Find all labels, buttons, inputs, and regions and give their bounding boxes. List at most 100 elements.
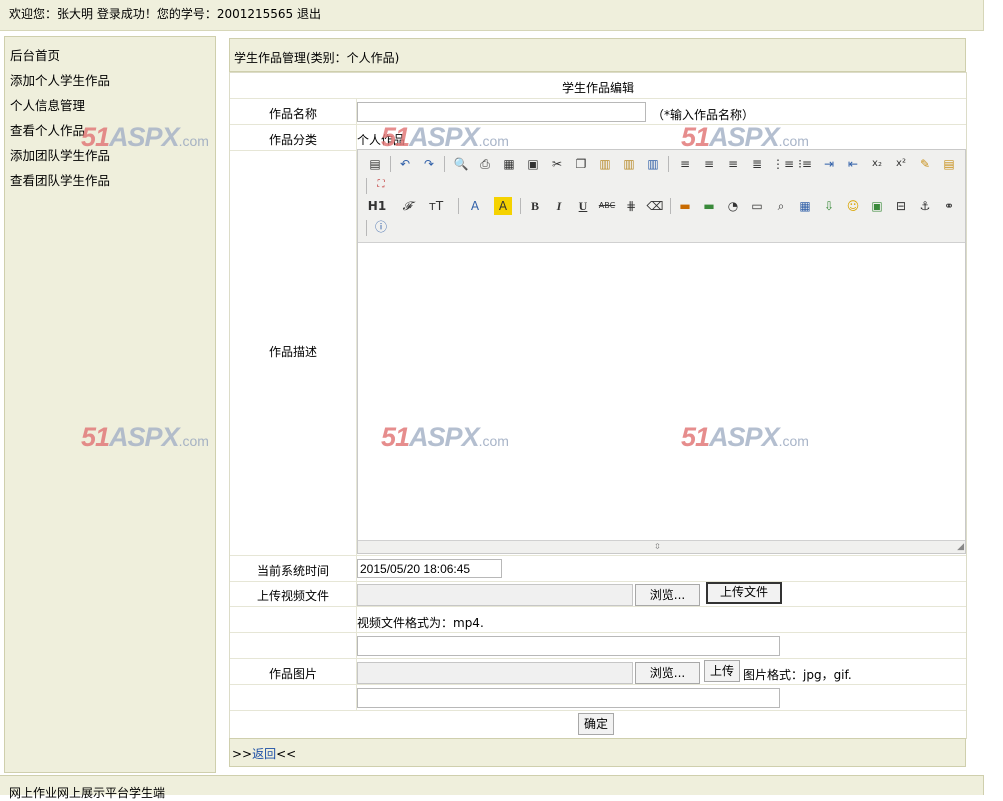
sidebar-item-view-team-work[interactable]: 查看团队学生作品 (10, 170, 110, 189)
font-color-icon[interactable]: A (466, 197, 484, 215)
watermark-brand: ASPX (109, 122, 180, 152)
video-path-input[interactable] (357, 636, 780, 656)
indent-icon[interactable]: ⇥ (820, 155, 838, 173)
insert-media-icon[interactable]: ◔ (724, 197, 742, 215)
toolbar-separator (366, 220, 367, 236)
image-browse-button[interactable]: 浏览... (635, 662, 700, 684)
back-link[interactable]: 返回 (252, 747, 276, 761)
align-left-icon[interactable]: ≡ (676, 155, 694, 173)
align-center-icon[interactable]: ≡ (700, 155, 718, 173)
toolbar-separator (520, 198, 521, 214)
link-icon[interactable]: ⚭ (940, 197, 958, 215)
watermark-num: 51 (681, 122, 710, 152)
resize-corner-icon[interactable]: ◢ (957, 542, 964, 552)
bottom-text: 网上作业网上展示平台学生端 (9, 786, 166, 800)
watermark-tld: .com (478, 433, 509, 449)
emoticon-icon[interactable]: ☺ (844, 197, 862, 215)
watermark-brand: ASPX (109, 422, 180, 452)
watermark-tld: .com (178, 133, 209, 149)
redo-icon[interactable]: ↷ (420, 155, 438, 173)
bold-icon[interactable]: B (526, 197, 544, 215)
line-break-icon[interactable]: ⊟ (892, 197, 910, 215)
image-path-input[interactable] (357, 688, 780, 708)
submit-button[interactable]: 确定 (578, 713, 614, 735)
watermark-num: 51 (381, 422, 410, 452)
horizontal-rule-icon[interactable]: ⋕ (622, 197, 640, 215)
resize-grip-icon[interactable]: ⇳ (654, 542, 661, 551)
italic-icon[interactable]: I (550, 197, 568, 215)
edit-form: 学生作品编辑 作品名称 （*输入作品名称） 作品分类 个人作品 作品描述 ▤ ↶… (229, 72, 967, 739)
unordered-list-icon[interactable]: ⁝≡ (796, 155, 814, 173)
logout-link[interactable]: 退出 (297, 7, 321, 21)
attachment-icon[interactable]: ⌕ (772, 197, 790, 215)
heading-icon[interactable]: H1 (364, 197, 390, 215)
copy-icon[interactable]: ❐ (572, 155, 590, 173)
table-icon[interactable]: ▦ (796, 197, 814, 215)
video-hint-row: 视频文件格式为：mp4. (230, 607, 966, 633)
code-icon[interactable]: ▣ (524, 155, 542, 173)
sidebar-item-view-personal-work[interactable]: 查看个人作品 (10, 120, 85, 139)
page-break-icon[interactable]: ⇩ (820, 197, 838, 215)
video-label: 上传视频文件 (256, 589, 329, 603)
justify-icon[interactable]: ≣ (748, 155, 766, 173)
insert-flash-icon[interactable]: ▬ (700, 197, 718, 215)
editor-resize-bar[interactable]: ⇳ ◢ (358, 540, 965, 553)
clear-format-icon[interactable]: ✎ (916, 155, 934, 173)
video-row: 上传视频文件 浏览... 上传文件 (230, 581, 966, 607)
form-header-row: 学生作品编辑 (230, 73, 966, 99)
highlight-color-icon[interactable]: A (494, 197, 512, 215)
print-icon[interactable]: ⎙ (476, 155, 494, 173)
watermark-brand: ASPX (709, 422, 780, 452)
main-content: 学生作品管理(类别：个人作品) 学生作品编辑 作品名称 （*输入作品名称） 作品… (229, 38, 967, 767)
paste-word-icon[interactable]: ▥ (644, 155, 662, 173)
anchor-icon[interactable]: ⚓ (916, 197, 934, 215)
paste-text-icon[interactable]: ▥ (620, 155, 638, 173)
watermark-logo: 51ASPX.com (81, 422, 209, 453)
upload-image-button[interactable]: 上传 (704, 660, 740, 682)
description-label: 作品描述 (268, 345, 317, 359)
watermark-logo: 51ASPX.com (381, 122, 509, 153)
top-bar: 欢迎您：张大明 登录成功！您的学号：2001215565 退出 (0, 0, 984, 31)
sidebar-item-profile[interactable]: 个人信息管理 (10, 95, 85, 114)
insert-image-icon[interactable]: ▬ (676, 197, 694, 215)
undo-icon[interactable]: ↶ (396, 155, 414, 173)
video-browse-button[interactable]: 浏览... (635, 584, 700, 606)
video-file-input[interactable] (357, 584, 633, 606)
section-title: 学生作品管理(类别：个人作品) (234, 51, 400, 65)
align-right-icon[interactable]: ≡ (724, 155, 742, 173)
image-file-input[interactable] (357, 662, 633, 684)
watermark-tld: .com (778, 433, 809, 449)
sidebar-item-home[interactable]: 后台首页 (10, 45, 60, 64)
sidebar-item-add-personal-work[interactable]: 添加个人学生作品 (10, 70, 110, 89)
cut-icon[interactable]: ✂ (548, 155, 566, 173)
paste-icon[interactable]: ▥ (596, 155, 614, 173)
outdent-icon[interactable]: ⇤ (844, 155, 862, 173)
subscript-icon[interactable]: x₂ (868, 155, 886, 173)
ordered-list-icon[interactable]: ⋮≡ (772, 155, 794, 173)
strikethrough-icon[interactable]: ABC (596, 197, 618, 215)
font-family-icon[interactable]: 𝓕 (396, 197, 418, 215)
preview-icon[interactable]: 🔍 (452, 155, 470, 173)
back-prefix: >> (232, 747, 253, 761)
upload-file-button[interactable]: 上传文件 (706, 582, 782, 604)
map-icon[interactable]: ▣ (868, 197, 886, 215)
template-icon[interactable]: ▦ (500, 155, 518, 173)
font-size-icon[interactable]: тT (424, 197, 448, 215)
name-input[interactable] (357, 102, 646, 122)
time-input[interactable] (357, 559, 502, 578)
toolbar-separator (668, 156, 669, 172)
editor-content-area[interactable] (358, 243, 965, 540)
image-label: 作品图片 (268, 667, 317, 681)
select-all-icon[interactable]: ▤ (940, 155, 958, 173)
watermark-tld: .com (478, 133, 509, 149)
source-icon[interactable]: ▤ (366, 155, 384, 173)
toolbar-separator (458, 198, 459, 214)
footer-nav: >>返回<< (229, 738, 966, 767)
fullscreen-icon[interactable]: ⛶ (372, 176, 390, 194)
eraser-icon[interactable]: ⌫ (646, 197, 664, 215)
superscript-icon[interactable]: x² (892, 155, 910, 173)
insert-video-icon[interactable]: ▭ (748, 197, 766, 215)
name-label: 作品名称 (268, 107, 317, 121)
underline-icon[interactable]: U (574, 197, 592, 215)
help-icon[interactable]: ⓘ (372, 218, 390, 236)
